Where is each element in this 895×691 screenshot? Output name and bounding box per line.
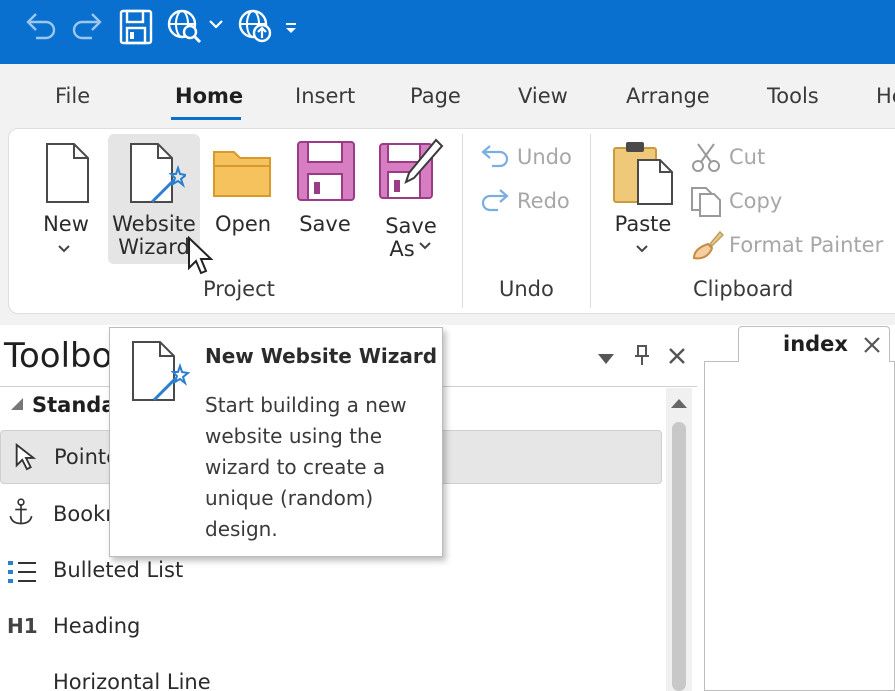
group-label-undo: Undo [499,277,554,301]
document-area[interactable] [704,361,895,691]
redo-label: Redo [517,189,570,213]
redo-arrow-icon [481,189,509,212]
customize-toolbar-icon[interactable] [284,22,298,34]
paste-button[interactable]: Paste [604,136,682,264]
group-label-project: Project [203,277,275,301]
tab-arrange[interactable]: Arrange [626,84,710,108]
toolbox-title: Toolbo [4,336,113,376]
save-as-icon [379,138,444,199]
open-button[interactable]: Open [206,136,280,264]
cut-label: Cut [729,145,766,169]
save-label: Save [299,212,351,236]
publish-web-icon[interactable] [237,8,275,46]
ribbon-tabs: File Home Insert Page View Arrange Tools… [0,64,895,120]
tab-tools[interactable]: Tools [767,84,819,108]
bulleted-list-icon [8,561,36,583]
paintbrush-icon [692,230,724,260]
scrollbar-thumb[interactable] [672,422,686,691]
website-wizard-label-line1: Website [112,212,196,236]
group-separator [590,134,591,308]
horizontal-line-icon [6,678,36,691]
chevron-down-icon [419,242,431,250]
save-as-button[interactable]: Save As [372,136,450,264]
document-tab-label: index [783,332,848,356]
save-disk-icon [297,141,355,201]
title-bar [0,0,895,64]
tab-insert[interactable]: Insert [295,84,355,108]
undo-arrow-icon [481,145,509,168]
scissors-icon [692,143,720,172]
format-painter-button[interactable]: Format Painter [690,230,890,262]
tab-page[interactable]: Page [410,84,461,108]
new-document-icon [46,143,89,203]
paste-clipboard-icon [613,142,673,205]
save-icon[interactable] [118,8,154,46]
copy-button[interactable]: Copy [690,186,800,218]
save-as-label-line1: Save [385,214,437,238]
group-label-clipboard: Clipboard [693,277,794,301]
undo-label: Undo [517,145,572,169]
heading-icon: H1 [7,614,38,638]
save-as-label-line2: As [389,237,415,261]
tab-file[interactable]: File [55,84,90,108]
toolbox-item-label: Horizontal Line [53,670,211,691]
undo-button[interactable]: Undo [478,142,588,174]
anchor-icon [9,498,33,525]
pointer-icon [15,443,37,471]
group-separator [462,134,463,308]
save-button[interactable]: Save [288,136,362,264]
toolbox-item-label: Bulleted List [53,558,184,582]
toolbox-item-horizontal-line[interactable]: Horizontal Line [0,656,662,691]
wizard-document-icon [132,341,191,402]
cut-button[interactable]: Cut [690,142,790,174]
chevron-down-icon[interactable] [208,18,224,30]
tab-view[interactable]: View [518,84,568,108]
preview-web-icon[interactable] [166,8,204,46]
pin-icon[interactable] [633,344,651,370]
chevron-down-icon [58,245,70,253]
new-button[interactable]: New [30,136,102,264]
undo-icon[interactable] [22,8,58,44]
document-tab-index[interactable]: index [738,326,890,362]
redo-button[interactable]: Redo [478,186,588,218]
toolbox-item-label: Heading [53,614,141,638]
folder-icon [213,151,271,197]
tab-help[interactable]: He [876,84,895,108]
chevron-down-icon [636,245,648,253]
format-painter-label: Format Painter [729,233,884,257]
paste-label: Paste [614,212,672,236]
scroll-up-icon[interactable] [670,397,688,409]
copy-icon [691,187,721,217]
tooltip-body: Start building a new website using the w… [205,393,407,541]
tooltip-new-website-wizard: New Website Wizard Start building a new … [109,327,443,557]
toolbox-item-heading[interactable]: H1 Heading [0,600,662,654]
close-icon[interactable] [863,336,881,354]
panel-menu-icon[interactable] [597,350,615,369]
close-icon[interactable] [667,346,687,370]
redo-icon[interactable] [70,8,106,44]
new-label: New [43,212,89,236]
wizard-document-icon [130,143,186,204]
open-label: Open [214,212,272,236]
collapse-triangle-icon[interactable] [10,397,24,411]
copy-label: Copy [729,189,783,213]
mouse-cursor-icon [188,236,214,275]
tab-home[interactable]: Home [175,84,243,108]
tooltip-title: New Website Wizard [205,344,438,368]
